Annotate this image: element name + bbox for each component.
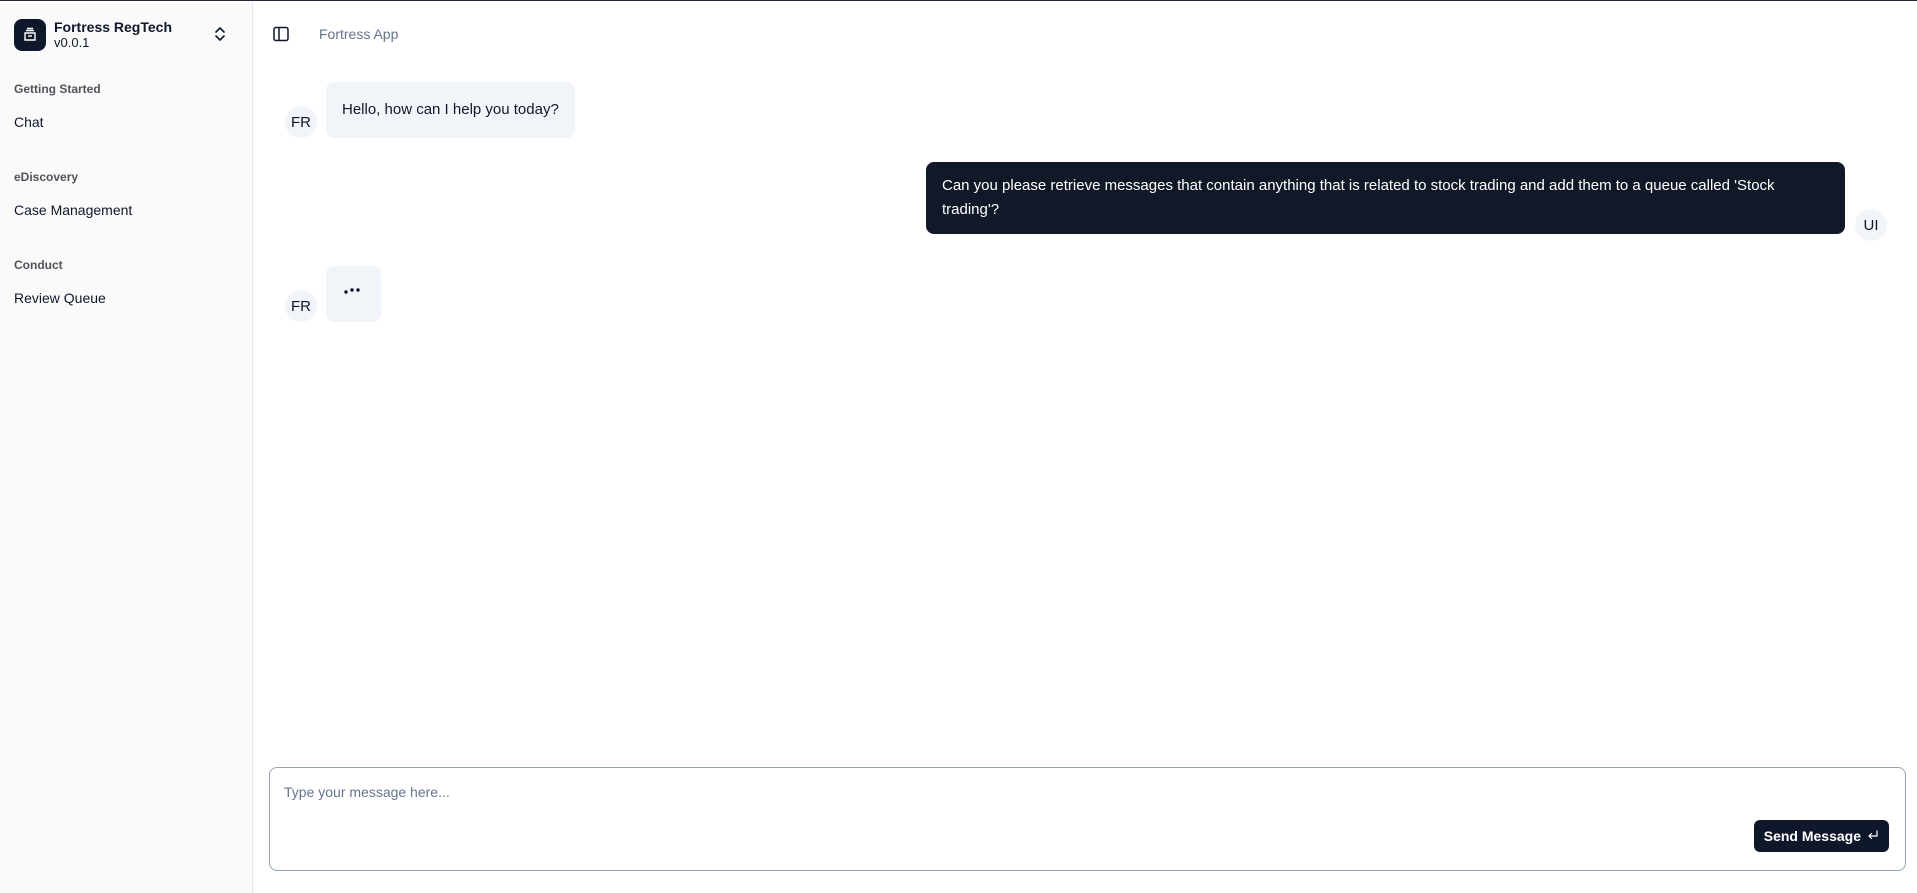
enter-icon <box>1867 828 1879 844</box>
group-label-getting-started: Getting Started <box>14 82 101 96</box>
typing-indicator <box>326 266 381 322</box>
brand-version: v0.0.1 <box>54 34 90 50</box>
brand-name: Fortress RegTech <box>54 18 172 35</box>
bot-message: Hello, how can I help you today? <box>326 82 575 138</box>
bot-avatar: FR <box>285 290 317 322</box>
message-composer: Send Message <box>269 767 1906 871</box>
group-label-conduct: Conduct <box>14 258 63 272</box>
main-panel: Fortress App FR Hello, how can I help yo… <box>254 2 1917 893</box>
sidebar-item-chat[interactable]: Chat <box>14 110 240 134</box>
sidebar: Fortress RegTech v0.0.1 Getting Started … <box>0 2 253 893</box>
user-message: Can you please retrieve messages that co… <box>926 162 1845 234</box>
brand-switcher[interactable]: Fortress RegTech v0.0.1 <box>14 18 240 51</box>
sidebar-item-review-queue[interactable]: Review Queue <box>14 286 240 310</box>
panel-left-icon[interactable] <box>272 25 290 43</box>
group-label-ediscovery: eDiscovery <box>14 170 79 184</box>
message-input[interactable] <box>284 784 1884 808</box>
send-button-label: Send Message <box>1763 828 1861 844</box>
ellipsis-icon <box>344 288 360 294</box>
send-message-button[interactable]: Send Message <box>1753 820 1889 852</box>
sidebar-item-case-management[interactable]: Case Management <box>14 198 240 222</box>
chevrons-up-down-icon[interactable] <box>214 26 226 47</box>
breadcrumb[interactable]: Fortress App <box>319 26 398 42</box>
database-icon <box>14 18 46 51</box>
user-avatar: UI <box>1855 209 1887 241</box>
bot-avatar: FR <box>285 106 317 138</box>
